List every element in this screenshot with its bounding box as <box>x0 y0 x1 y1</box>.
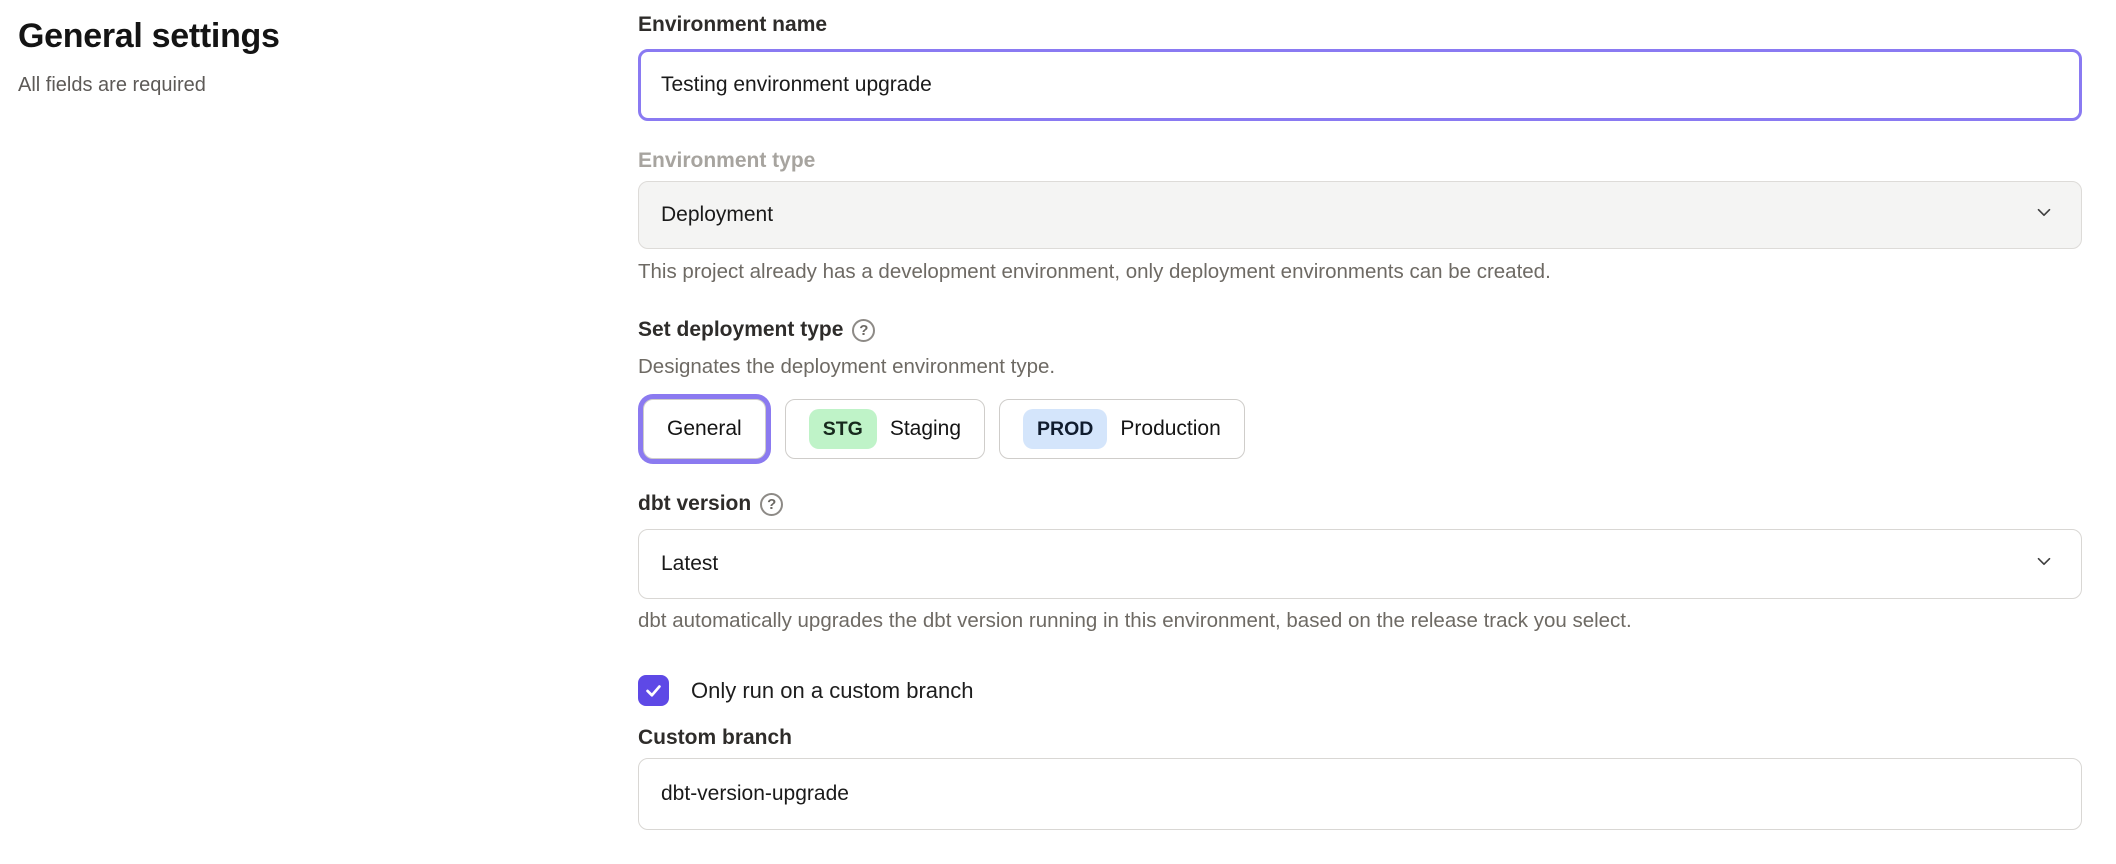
deployment-type-description: Designates the deployment environment ty… <box>638 353 2082 381</box>
environment-name-label: Environment name <box>638 11 2082 39</box>
settings-intro: General settings All fields are required <box>18 14 578 98</box>
chevron-down-icon <box>2033 550 2055 578</box>
deployment-type-production-label: Production <box>1120 417 1220 441</box>
custom-branch-toggle-row[interactable]: Only run on a custom branch <box>638 675 2082 706</box>
environment-type-value: Deployment <box>661 203 773 227</box>
environment-name-input[interactable] <box>638 49 2082 121</box>
page-subtitle: All fields are required <box>18 72 578 98</box>
environment-type-helper: This project already has a development e… <box>638 258 2082 286</box>
custom-branch-label: Custom branch <box>638 724 2082 752</box>
environment-type-label: Environment type <box>638 147 2082 175</box>
dbt-version-select[interactable]: Latest <box>638 529 2082 599</box>
staging-badge: STG <box>809 409 877 449</box>
custom-branch-toggle-label: Only run on a custom branch <box>691 676 973 706</box>
deployment-type-label: Set deployment type ? <box>638 316 2082 344</box>
deployment-type-general-button[interactable]: General <box>643 399 766 459</box>
production-badge: PROD <box>1023 409 1107 449</box>
deployment-type-staging-button[interactable]: STG Staging <box>785 399 985 459</box>
dbt-version-label: dbt version ? <box>638 490 2082 518</box>
checkbox-checked-icon[interactable] <box>638 675 669 706</box>
environment-type-select[interactable]: Deployment <box>638 181 2082 249</box>
general-settings-form: Environment name Environment type Deploy… <box>638 0 2082 830</box>
help-icon[interactable]: ? <box>760 493 783 516</box>
deployment-type-staging-label: Staging <box>890 417 961 441</box>
deployment-type-general-label: General <box>667 417 742 441</box>
dbt-version-value: Latest <box>661 552 718 576</box>
dbt-version-helper: dbt automatically upgrades the dbt versi… <box>638 607 2082 635</box>
deployment-type-production-button[interactable]: PROD Production <box>999 399 1245 459</box>
help-icon[interactable]: ? <box>852 319 875 342</box>
deployment-type-options: General STG Staging PROD Production <box>638 399 2082 459</box>
chevron-down-icon <box>2033 201 2055 229</box>
page-title: General settings <box>18 14 578 58</box>
custom-branch-input[interactable] <box>638 758 2082 830</box>
